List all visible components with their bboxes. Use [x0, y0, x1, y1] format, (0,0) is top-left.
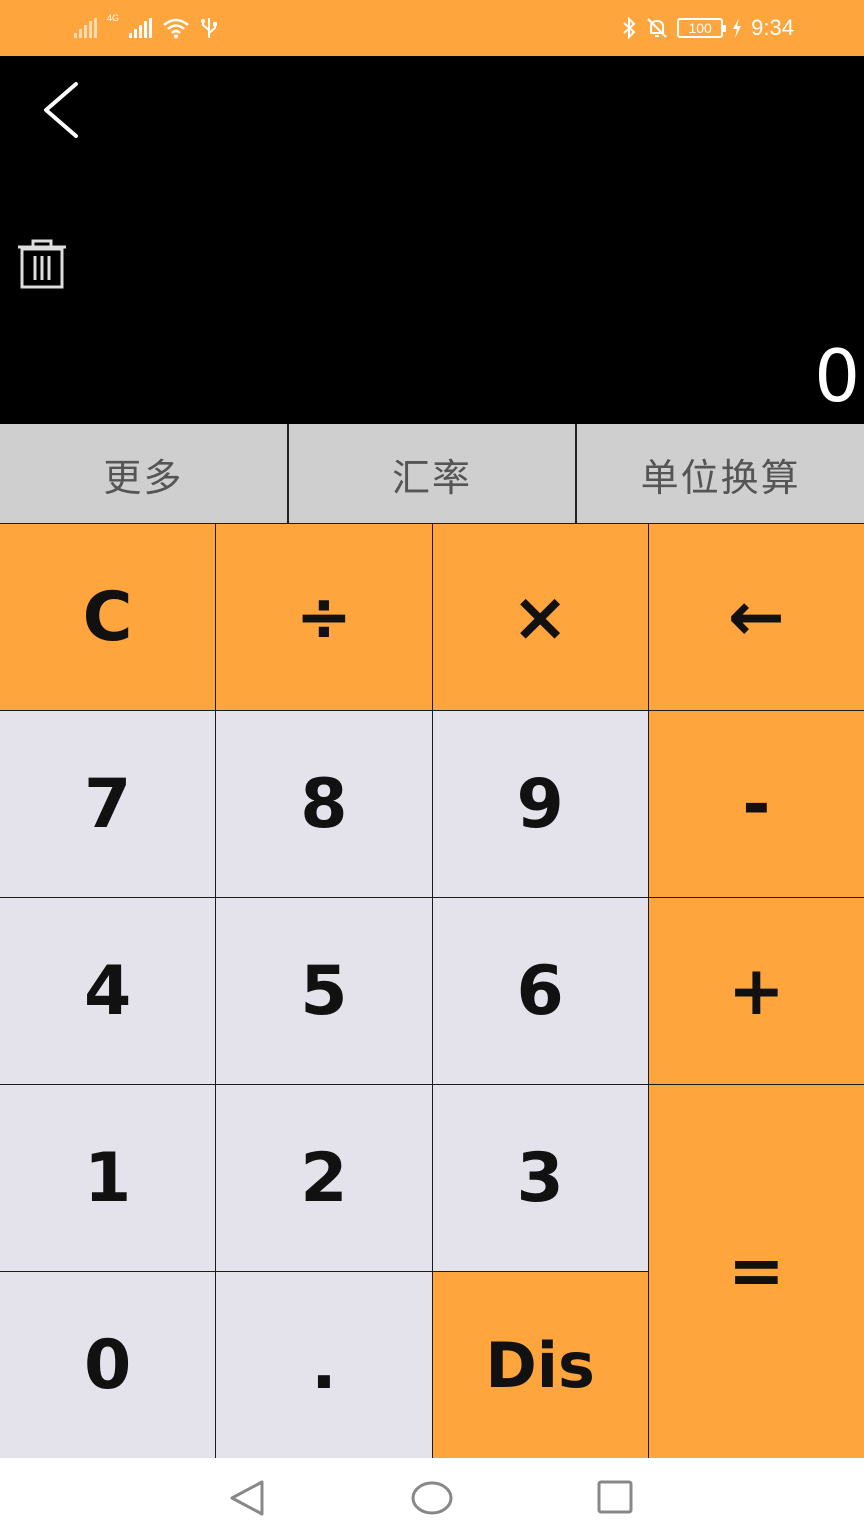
status-time: 9:34: [751, 15, 794, 40]
decimal-button[interactable]: .: [216, 1272, 432, 1458]
divide-button[interactable]: ÷: [216, 524, 432, 710]
digit-9-button[interactable]: 9: [432, 711, 648, 897]
digit-3-button[interactable]: 3: [432, 1085, 648, 1271]
dis-button[interactable]: Dis: [432, 1272, 648, 1458]
clear-button[interactable]: C: [0, 524, 216, 710]
mute-bell-icon: [647, 18, 667, 38]
tab-exchange-rate[interactable]: 汇率: [289, 424, 578, 524]
nav-recents-button[interactable]: [594, 1476, 638, 1520]
digit-8-button[interactable]: 8: [216, 711, 432, 897]
clear-history-button[interactable]: [16, 238, 70, 290]
chevron-left-icon: [44, 82, 78, 138]
minus-button[interactable]: -: [648, 711, 864, 897]
multiply-button[interactable]: ×: [432, 524, 648, 710]
wifi-icon: [163, 18, 189, 39]
usb-icon: [201, 18, 218, 38]
signal-4g-icon: [129, 18, 153, 38]
keypad: C ÷ × ← 7 8 9 - 4 5 6 + 1 2 3 = 0 . Dis: [0, 523, 864, 1458]
nav-recents-icon: [597, 1480, 633, 1514]
status-bar: 4G 100 9:34: [0, 0, 864, 56]
bluetooth-icon: [623, 16, 636, 40]
battery-icon: 100: [677, 18, 727, 38]
plus-button[interactable]: +: [648, 898, 864, 1084]
tab-more[interactable]: 更多: [0, 424, 289, 524]
status-left-group: 4G: [74, 14, 218, 42]
digit-2-button[interactable]: 2: [216, 1085, 432, 1271]
digit-0-button[interactable]: 0: [0, 1272, 216, 1458]
digit-1-button[interactable]: 1: [0, 1085, 216, 1271]
status-right-group: 100 9:34: [621, 14, 794, 42]
signal-icon: [74, 18, 97, 38]
trash-icon: [18, 239, 66, 289]
digit-4-button[interactable]: 4: [0, 898, 216, 1084]
nav-home-button[interactable]: [410, 1476, 454, 1520]
digit-6-button[interactable]: 6: [432, 898, 648, 1084]
nav-back-icon: [230, 1480, 264, 1516]
nav-home-icon: [411, 1481, 453, 1515]
tab-unit-conversion[interactable]: 单位换算: [577, 424, 864, 524]
calculator-display: 0: [0, 56, 864, 424]
digit-7-button[interactable]: 7: [0, 711, 216, 897]
result-value: 0: [814, 334, 860, 418]
nav-back-button[interactable]: [226, 1476, 270, 1520]
digit-5-button[interactable]: 5: [216, 898, 432, 1084]
battery-level: 100: [688, 20, 712, 36]
network-type-label: 4G: [107, 13, 120, 23]
equals-button[interactable]: =: [648, 1085, 864, 1458]
mode-tabs: 更多 汇率 单位换算: [0, 424, 864, 524]
system-nav-bar: [0, 1458, 864, 1536]
charging-icon: [733, 18, 742, 38]
backspace-button[interactable]: ←: [648, 524, 864, 710]
back-button[interactable]: [36, 80, 88, 140]
